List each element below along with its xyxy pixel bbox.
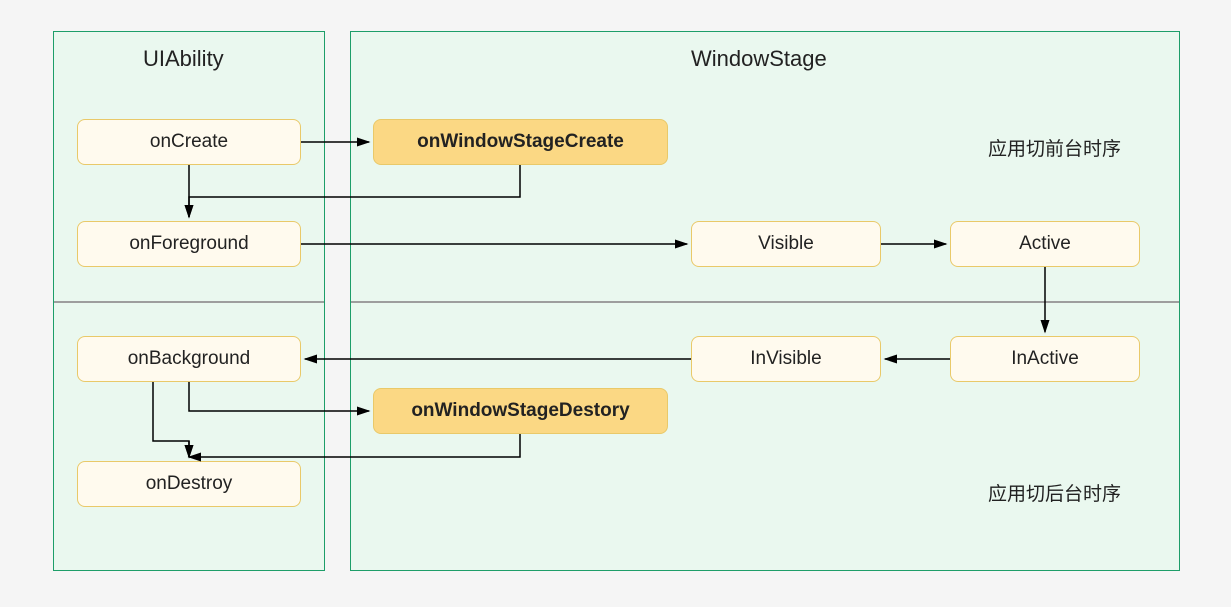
node-active: Active xyxy=(950,221,1140,267)
caption-foreground: 应用切前台时序 xyxy=(988,134,1121,161)
node-onforeground: onForeground xyxy=(77,221,301,267)
node-onwindowstagedestroy: onWindowStageDestory xyxy=(373,388,668,434)
caption-background: 应用切后台时序 xyxy=(988,479,1121,506)
node-ondestroy: onDestroy xyxy=(77,461,301,507)
divider-right xyxy=(351,301,1179,303)
node-onbackground: onBackground xyxy=(77,336,301,382)
node-visible: Visible xyxy=(691,221,881,267)
panel-title-uiability: UIAbility xyxy=(143,46,224,72)
node-invisible: InVisible xyxy=(691,336,881,382)
panel-title-windowstage: WindowStage xyxy=(691,46,827,72)
node-oncreate: onCreate xyxy=(77,119,301,165)
node-onwindowstagecreate: onWindowStageCreate xyxy=(373,119,668,165)
diagram-container: UIAbility WindowStage onCreate onForegro… xyxy=(53,31,1180,571)
divider-left xyxy=(54,301,324,303)
node-inactive: InActive xyxy=(950,336,1140,382)
